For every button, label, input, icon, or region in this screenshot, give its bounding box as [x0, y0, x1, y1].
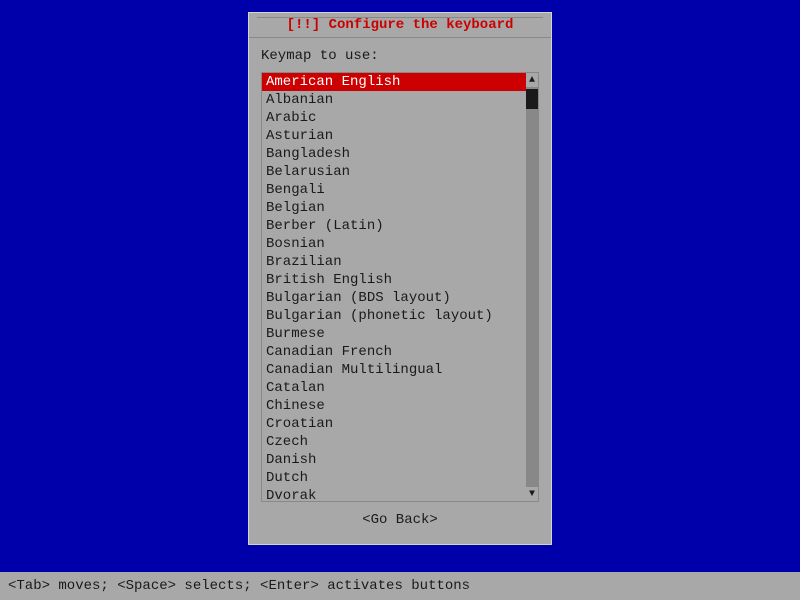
list-item[interactable]: Catalan — [262, 379, 526, 397]
list-item[interactable]: Berber (Latin) — [262, 217, 526, 235]
list-item[interactable]: Burmese — [262, 325, 526, 343]
list-item[interactable]: Danish — [262, 451, 526, 469]
list-item[interactable]: Dutch — [262, 469, 526, 487]
scrollbar-thumb — [526, 89, 538, 109]
list-item[interactable]: Croatian — [262, 415, 526, 433]
list-item[interactable]: British English — [262, 271, 526, 289]
list-item[interactable]: Canadian Multilingual — [262, 361, 526, 379]
scrollbar-up-arrow[interactable]: ▲ — [526, 73, 538, 87]
list-item[interactable]: Canadian French — [262, 343, 526, 361]
list-item[interactable]: Arabic — [262, 109, 526, 127]
list-item[interactable]: Czech — [262, 433, 526, 451]
list-item[interactable]: Bulgarian (phonetic layout) — [262, 307, 526, 325]
list-item[interactable]: Bengali — [262, 181, 526, 199]
list-item[interactable]: Bulgarian (BDS layout) — [262, 289, 526, 307]
list-item[interactable]: Belarusian — [262, 163, 526, 181]
list-item[interactable]: Asturian — [262, 127, 526, 145]
keymap-label: Keymap to use: — [261, 48, 539, 64]
status-text: <Tab> moves; <Space> selects; <Enter> ac… — [8, 578, 470, 594]
scrollbar-track — [526, 87, 538, 487]
list-item[interactable]: Bosnian — [262, 235, 526, 253]
go-back-button[interactable]: <Go Back> — [362, 512, 438, 528]
dialog-title-bar: [!!] Configure the keyboard — [249, 13, 551, 38]
list-item[interactable]: Bangladesh — [262, 145, 526, 163]
list-item[interactable]: Belgian — [262, 199, 526, 217]
dialog-title: [!!] Configure the keyboard — [287, 17, 514, 33]
keymap-list[interactable]: American EnglishAlbanianArabicAsturianBa… — [262, 73, 526, 501]
go-back-row: <Go Back> — [261, 512, 539, 528]
list-item[interactable]: Albanian — [262, 91, 526, 109]
list-item[interactable]: Chinese — [262, 397, 526, 415]
dialog-body: Keymap to use: American EnglishAlbanianA… — [249, 38, 551, 544]
keymap-list-container: American EnglishAlbanianArabicAsturianBa… — [261, 72, 539, 502]
configure-keyboard-dialog: [!!] Configure the keyboard Keymap to us… — [248, 12, 552, 545]
list-item[interactable]: American English — [262, 73, 526, 91]
scrollbar-down-arrow[interactable]: ▼ — [526, 487, 538, 501]
status-bar: <Tab> moves; <Space> selects; <Enter> ac… — [0, 572, 800, 600]
scrollbar: ▲ ▼ — [526, 73, 538, 501]
list-item[interactable]: Brazilian — [262, 253, 526, 271]
list-item[interactable]: Dvorak — [262, 487, 526, 501]
